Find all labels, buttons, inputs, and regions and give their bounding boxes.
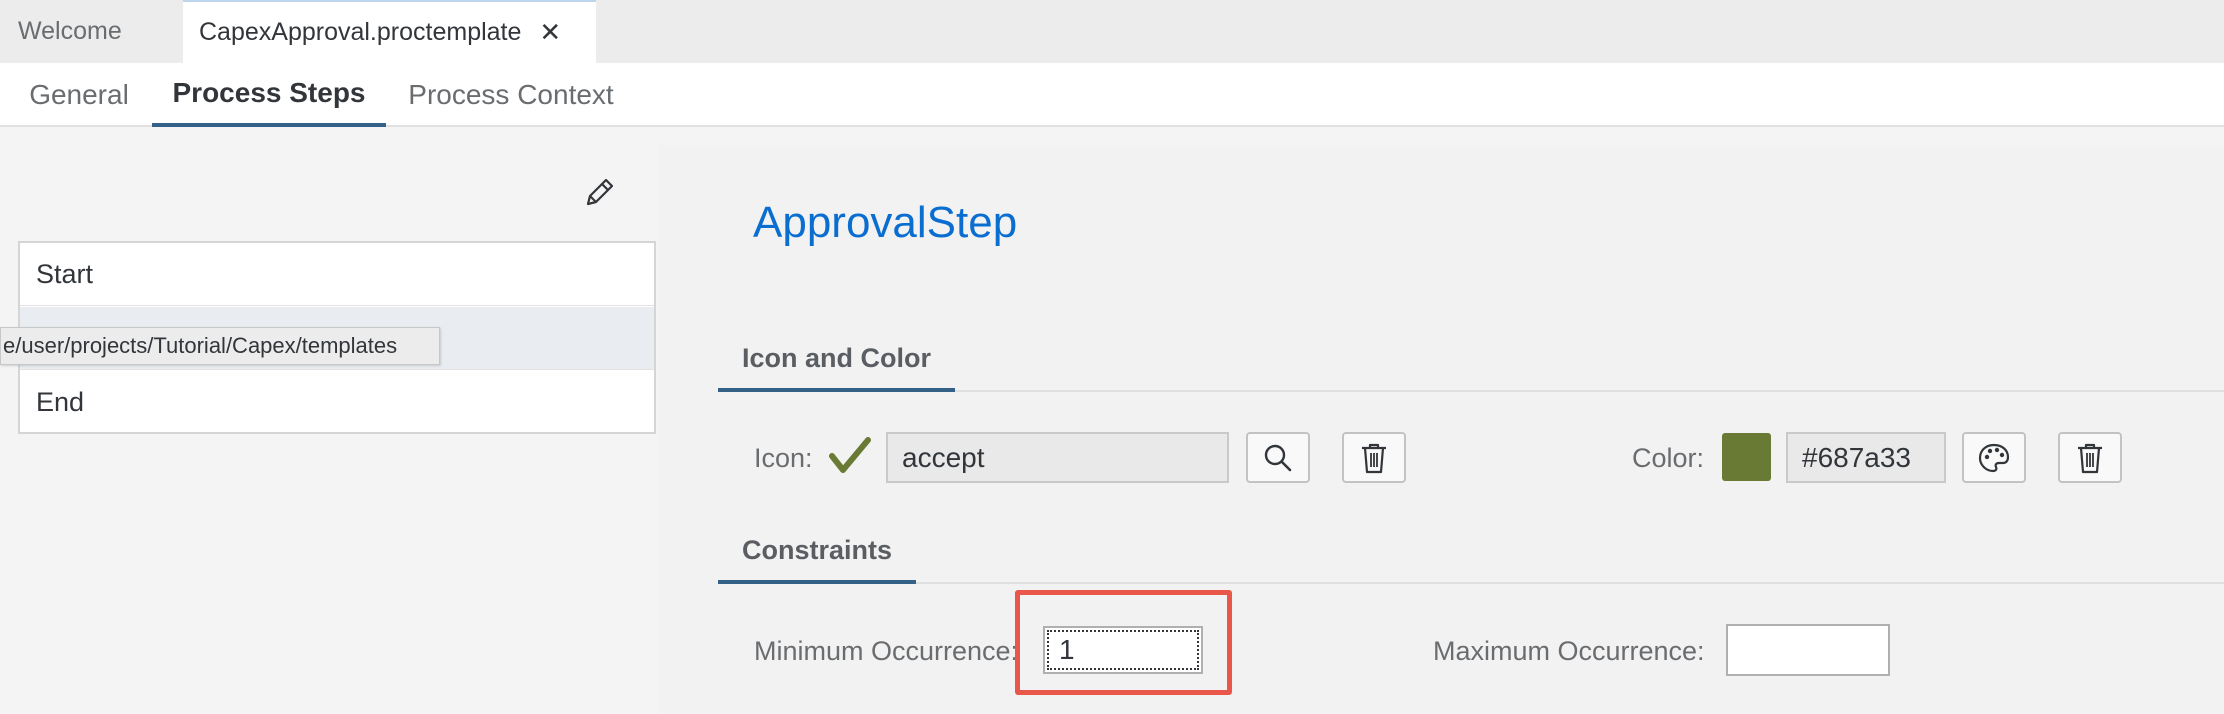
icon-label: Icon: — [754, 443, 813, 473]
step-title: ApprovalStep — [753, 198, 1018, 247]
search-icon — [1264, 444, 1292, 471]
path-tooltip: e/user/projects/Tutorial/Capex/templates — [0, 327, 440, 365]
constraints-section: Constraints — [718, 520, 2224, 584]
section-header-constraints[interactable]: Constraints — [718, 520, 917, 584]
palette-icon-button[interactable] — [1962, 432, 2026, 483]
trash-icon — [2078, 443, 2102, 473]
tab-general[interactable]: General — [8, 63, 150, 127]
min-occurrence-label: Minimum Occurrence: — [754, 636, 1019, 666]
delete-color-button[interactable] — [2058, 432, 2122, 483]
highlight-box — [1015, 590, 1232, 695]
tab-welcome-label: Welcome — [18, 17, 122, 45]
tab-process-steps[interactable]: Process Steps — [152, 63, 386, 127]
checkmark-icon — [828, 434, 872, 478]
editor-sub-tabs: General Process Steps Process Context — [0, 63, 2224, 127]
icon-color-section: Icon and Color — [718, 328, 2224, 392]
color-label: Color: — [1632, 443, 1705, 473]
max-occurrence-label: Maximum Occurrence: — [1433, 636, 1705, 666]
color-swatch[interactable] — [1722, 433, 1771, 481]
icon-input[interactable]: accept — [886, 432, 1229, 483]
section-header-icon-color[interactable]: Icon and Color — [718, 328, 955, 392]
tab-capex-approval[interactable]: CapexApproval.proctemplate ✕ — [183, 0, 596, 63]
pencil-icon[interactable] — [582, 174, 618, 210]
max-occurrence-input[interactable] — [1726, 624, 1890, 676]
close-icon[interactable]: ✕ — [539, 17, 561, 48]
tab-process-context[interactable]: Process Context — [386, 63, 636, 127]
color-input[interactable]: #687a33 — [1786, 432, 1946, 483]
list-item-start[interactable]: Start — [20, 243, 654, 306]
palette-icon — [1978, 443, 2010, 472]
tab-capex-approval-label: CapexApproval.proctemplate — [199, 18, 522, 46]
tab-welcome[interactable]: Welcome — [0, 0, 183, 63]
delete-icon-button[interactable] — [1342, 432, 1406, 483]
list-item-end[interactable]: End — [20, 371, 654, 434]
search-icon-button[interactable] — [1246, 432, 1310, 483]
editor-tab-bar: Welcome CapexApproval.proctemplate ✕ — [0, 0, 2224, 63]
trash-icon — [1362, 443, 1386, 473]
